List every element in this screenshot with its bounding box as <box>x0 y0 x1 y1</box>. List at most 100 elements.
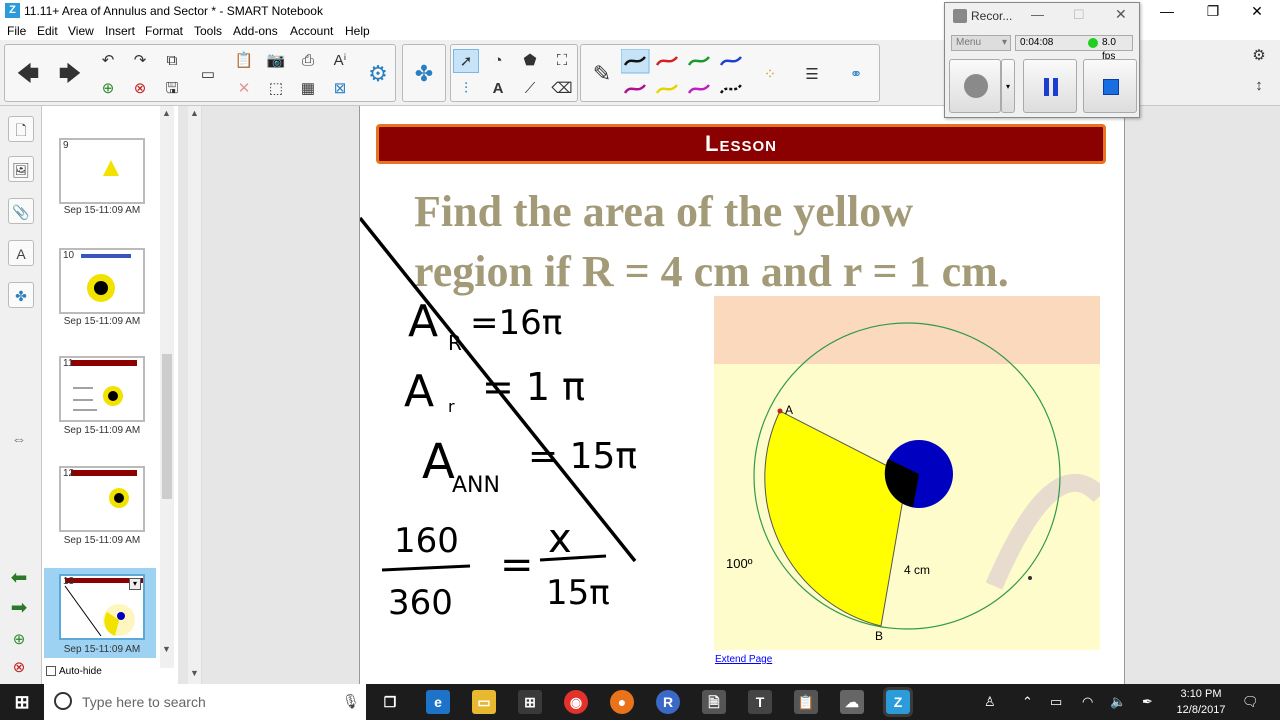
slide-thumbnail-10[interactable]: 10 <box>59 248 145 314</box>
sorter-add-page-icon[interactable]: ⊕ <box>6 628 32 652</box>
smart-notebook-taskbar-icon[interactable]: Z <box>883 687 913 717</box>
checkbox-box[interactable] <box>46 666 56 677</box>
recorder-window[interactable]: Recor... — ☐ ✕ Menu ▾ 0:04:08 8.0 fps ▾ <box>944 2 1140 118</box>
text-icon[interactable]: A <box>485 77 511 101</box>
slide-thumbnail-11[interactable]: 11 <box>59 356 145 422</box>
task-view-icon[interactable]: ❐ <box>378 690 402 714</box>
slide-thumbnail-9[interactable]: 9 <box>59 138 145 204</box>
previous-page-icon[interactable]: 🡄 <box>11 57 45 91</box>
insert-page-icon[interactable]: ⧉ <box>159 49 185 73</box>
notification-icon[interactable]: 🗨 <box>1242 694 1259 710</box>
resize-panel-icon[interactable]: ⇔ <box>6 428 32 452</box>
sorter-delete-page-icon[interactable]: ⊗ <box>6 656 32 680</box>
recorder-menu-dropdown[interactable]: Menu ▾ <box>951 35 1011 51</box>
slide-thumbnail-12[interactable]: 12 <box>59 466 145 532</box>
menu-insert[interactable]: Insert <box>105 24 135 38</box>
wifi-icon[interactable]: ◠ <box>1082 694 1093 710</box>
menu-view[interactable]: View <box>68 24 94 38</box>
volume-icon[interactable]: 🔈 <box>1110 694 1126 710</box>
annulus-sector-figure[interactable]: A B 100º 4 cm <box>714 296 1100 650</box>
people-icon[interactable]: ♙ <box>984 694 996 710</box>
menu-edit[interactable]: Edit <box>37 24 58 38</box>
file-explorer-icon[interactable]: ▭ <box>472 690 496 714</box>
delete-icon[interactable]: ✕ <box>231 77 257 101</box>
scroll-up-icon[interactable]: ▲ <box>162 108 171 118</box>
menu-format[interactable]: Format <box>145 24 183 38</box>
slide-menu-dropdown-icon[interactable]: ▾ <box>129 578 141 590</box>
stop-button[interactable] <box>1083 59 1137 113</box>
windows-start-icon[interactable]: ⊞ <box>10 690 34 714</box>
regular-polygon-icon[interactable]: ⬟ <box>517 49 543 73</box>
pause-button[interactable] <box>1023 59 1077 113</box>
page-sorter-icon[interactable]: 🗋 <box>8 116 34 142</box>
shapes-icon[interactable]: ◔ <box>485 49 511 73</box>
minimize-button[interactable]: — <box>1144 0 1190 22</box>
autohide-checkbox[interactable]: Auto-hide <box>46 666 102 677</box>
addons-panel-icon[interactable]: ✤ <box>8 282 34 308</box>
properties-icon[interactable]: ⫶ <box>453 77 479 101</box>
store-icon[interactable]: ⊞ <box>518 690 542 714</box>
sorter-scroll-thumb[interactable] <box>162 354 172 499</box>
pen-icon[interactable]: ✎ <box>585 57 619 91</box>
menu-file[interactable]: File <box>7 24 26 38</box>
record-button[interactable] <box>949 59 1001 113</box>
recorder-minimize-button[interactable]: — <box>1031 7 1044 22</box>
next-page-icon[interactable]: 🡆 <box>53 57 87 91</box>
gallery-icon[interactable]: 🖼 <box>8 156 34 182</box>
sorter-previous-icon[interactable]: ⬅ <box>6 566 32 590</box>
document-camera-icon[interactable]: ⎙ <box>295 49 321 73</box>
text-tool-icon[interactable]: T <box>748 690 772 714</box>
response-icon[interactable]: ⊠ <box>327 77 353 101</box>
sorter-next-icon[interactable]: ➡ <box>6 596 32 620</box>
save-icon[interactable]: 🖫 <box>159 77 185 101</box>
microphone-icon[interactable]: 🎙 <box>342 693 360 710</box>
paste-icon[interactable]: 📋 <box>231 49 257 73</box>
scroll-up-icon[interactable]: ▲ <box>190 108 199 118</box>
recorder-maximize-button[interactable]: ☐ <box>1073 7 1085 23</box>
sorter-scrollbar[interactable]: ▲ ▼ <box>160 106 174 668</box>
menu-addons[interactable]: Add-ons <box>233 24 278 38</box>
settings-icon[interactable]: ⚙ <box>1246 44 1272 68</box>
move-toolbar-icon[interactable]: ↕ <box>1246 74 1272 98</box>
line-icon[interactable]: ⟋ <box>517 77 543 101</box>
pen-color-swatch-7[interactable] <box>719 84 742 94</box>
notebook-page[interactable]: Lesson Find the area of the yellow regio… <box>359 106 1125 684</box>
pen-color-swatch-6[interactable] <box>687 84 710 94</box>
puzzle-icon[interactable]: ✤ <box>407 57 441 91</box>
system-clock[interactable]: 3:10 PM 12/8/2017 <box>1166 686 1236 718</box>
menu-tools[interactable]: Tools <box>194 24 222 38</box>
pen-color-swatch-5[interactable] <box>655 84 678 94</box>
recorder-close-button[interactable]: ✕ <box>1115 6 1127 23</box>
full-screen-icon[interactable]: ⬚ <box>263 77 289 101</box>
handwritten-ink[interactable]: A R =16π A r = 1 π A ANN = 15π 160 360 =… <box>360 206 700 626</box>
capture-app-icon[interactable]: ☁ <box>840 690 864 714</box>
workspace-vertical-scrollbar[interactable]: ▲ ▼ <box>188 106 202 684</box>
add-page-icon[interactable]: ⊕ <box>95 77 121 101</box>
link-icon[interactable]: ⚭ <box>843 63 869 87</box>
eraser-icon[interactable]: ⌫ <box>549 77 575 101</box>
pen-color-swatches[interactable] <box>621 49 751 101</box>
r-app-icon[interactable]: R <box>656 690 680 714</box>
delete-page-icon[interactable]: ⊗ <box>127 77 153 101</box>
close-button[interactable]: ✕ <box>1234 0 1280 22</box>
redo-icon[interactable]: ↷ <box>127 49 153 73</box>
fill-icon[interactable]: ⛶ <box>549 49 575 73</box>
pen-color-swatch-1[interactable] <box>655 56 678 66</box>
extend-page-link[interactable]: Extend Page <box>715 654 772 665</box>
scroll-down-icon[interactable]: ▼ <box>190 668 199 678</box>
chrome-icon[interactable]: ◉ <box>564 690 588 714</box>
record-options-button[interactable]: ▾ <box>1001 59 1015 113</box>
edge-icon[interactable]: e <box>426 690 450 714</box>
tray-expand-icon[interactable]: ⌃ <box>1022 694 1033 710</box>
document-app-icon[interactable]: 🗎 <box>702 690 726 714</box>
battery-icon[interactable]: ▭ <box>1050 694 1062 710</box>
screen-shade-icon[interactable]: ▭ <box>195 63 221 87</box>
scroll-down-icon[interactable]: ▼ <box>162 644 171 654</box>
pen-color-swatch-3[interactable] <box>719 56 742 66</box>
restore-button[interactable]: ❐ <box>1190 0 1236 22</box>
add-ons-icon[interactable]: ⚙ <box>361 57 395 91</box>
pen-color-swatch-4[interactable] <box>623 84 646 94</box>
menu-account[interactable]: Account <box>290 24 333 38</box>
clipboard-app-icon[interactable]: 📋 <box>794 690 818 714</box>
pen-color-swatch-2[interactable] <box>687 56 710 66</box>
